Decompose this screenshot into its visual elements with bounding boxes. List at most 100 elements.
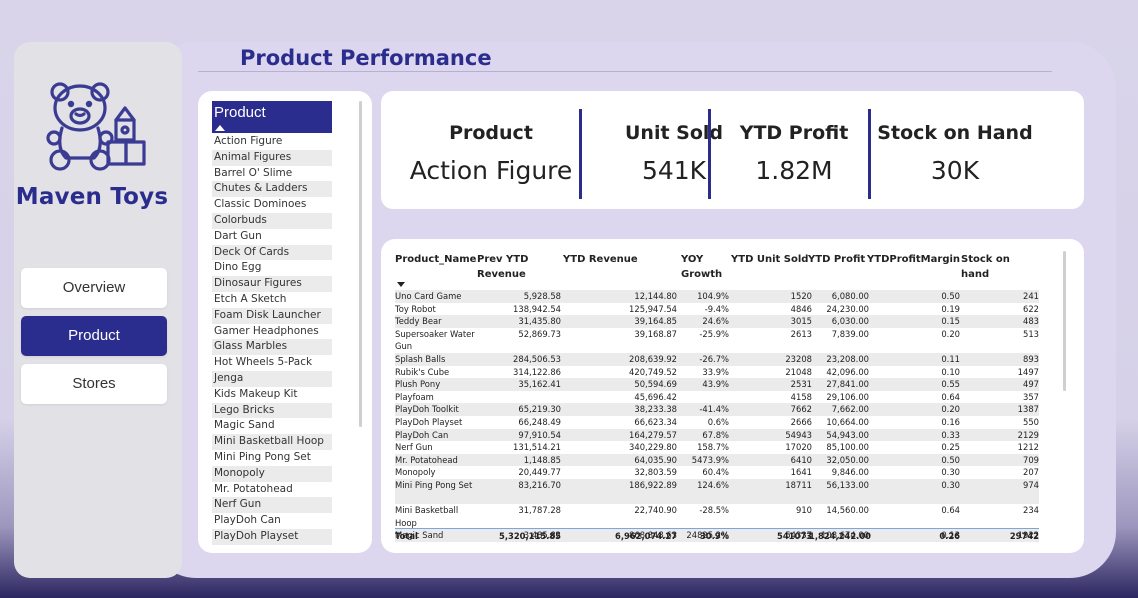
nav-stores-button[interactable]: Stores xyxy=(21,364,167,404)
slicer-item[interactable]: Kids Makeup Kit xyxy=(212,387,332,403)
table-cell: Toy Robot xyxy=(395,303,436,314)
slicer-scrollbar[interactable] xyxy=(359,101,362,427)
table-row[interactable]: Rubik's Cube 314,122.86 420,749.52 33.9% 210… xyxy=(395,366,1039,379)
table-row[interactable]: PlayDoh Can 97,910.54 164,279.57 67.8% 54943… xyxy=(395,428,1039,442)
slicer-item[interactable]: Action Figure xyxy=(212,134,332,150)
slicer-item[interactable]: Mini Ping Pong Set xyxy=(212,450,332,466)
table-row[interactable]: Nerf Gun 131,514.21 340,229.80 158.7% 17020 8… xyxy=(395,441,1039,454)
sort-down-icon[interactable] xyxy=(397,282,405,287)
table-cell: 32,050.00 xyxy=(826,454,869,465)
slicer-item[interactable]: Glass Marbles xyxy=(212,339,332,356)
table-cell: 54,943.00 xyxy=(826,429,869,440)
table-row[interactable]: Uno Card Game 5,928.58 12,144.80 104.9% 1520… xyxy=(395,290,1039,303)
column-header[interactable]: YTD Revenue xyxy=(563,252,673,267)
table-cell: 2666 xyxy=(790,416,812,427)
table-cell: 124.6% xyxy=(697,479,729,490)
slicer-item[interactable]: Magic Sand xyxy=(212,418,332,434)
table-cell: 32,803.59 xyxy=(634,467,677,478)
title-divider xyxy=(198,71,1052,72)
slicer-item[interactable]: Foam Disk Launcher xyxy=(212,307,332,324)
slicer-item[interactable]: Monopoly xyxy=(212,465,332,482)
column-header[interactable]: Prev YTD Revenue xyxy=(477,252,557,282)
table-cell: 35,162.41 xyxy=(518,379,561,390)
table-cell: Nerf Gun xyxy=(395,442,433,453)
column-header[interactable]: YTDProfitMargin xyxy=(867,252,963,267)
slicer-item[interactable]: Mini Basketball Hoop xyxy=(212,434,332,450)
kpi-unit-sold-label: Unit Sold xyxy=(624,122,723,144)
table-row[interactable]: Toy Robot 138,942.54 125,947.54 -9.4% 4846 24… xyxy=(395,303,1039,316)
kpi-divider xyxy=(868,109,871,199)
slicer-item[interactable]: Colorbuds xyxy=(212,212,332,229)
table-cell: Supersoaker Water Gun xyxy=(395,328,475,352)
slicer-item[interactable]: Barrel O' Slime xyxy=(212,166,332,182)
table-row[interactable]: Playfoam 45,696.42 4158 29,106.00 0.64 357 xyxy=(395,391,1039,404)
table-cell: 1387 xyxy=(1017,404,1039,415)
slicer-item[interactable]: Dinosaur Figures xyxy=(212,276,332,292)
slicer-header[interactable]: Product xyxy=(212,101,332,133)
table-cell: 0.16 xyxy=(941,416,960,427)
slicer-item[interactable]: PlayDoh Can xyxy=(212,513,332,529)
slicer-item[interactable]: Chutes & Ladders xyxy=(212,181,332,198)
table-row[interactable]: Mini Ping Pong Set 83,216.70 186,922.89 124… xyxy=(395,478,1039,505)
table-row[interactable]: Plush Pony 35,162.41 50,594.69 43.9% 2531 27,… xyxy=(395,378,1039,391)
slicer-item[interactable]: Gamer Headphones xyxy=(212,324,332,340)
table-cell: 42,096.00 xyxy=(826,366,869,377)
kpi-ytd-profit-label: YTD Profit xyxy=(739,122,849,144)
table-row[interactable]: Mr. Potatohead 1,148.85 64,035.90 5473.9% 64… xyxy=(395,453,1039,467)
slicer-item[interactable]: Jenga xyxy=(212,370,332,387)
slicer-item[interactable]: Dino Egg xyxy=(212,260,332,276)
table-cell: 38,233.38 xyxy=(634,404,677,415)
slicer-item[interactable]: Etch A Sketch xyxy=(212,292,332,308)
table-cell: 14,560.00 xyxy=(826,505,869,516)
slicer-item[interactable]: Mr. Potatohead xyxy=(212,482,332,498)
table-cell: -28.5% xyxy=(699,505,729,516)
table-cell: Splash Balls xyxy=(395,353,446,364)
table-row[interactable]: Splash Balls 284,506.53 208,639.92 -26.7% 23… xyxy=(395,352,1039,366)
column-header[interactable]: Stock on hand xyxy=(961,252,1041,282)
column-header[interactable]: YTD Unit Sold xyxy=(731,252,811,267)
table-cell: 10,664.00 xyxy=(826,416,869,427)
column-header[interactable]: YOY Growth xyxy=(681,252,731,282)
table-cell: 29,106.00 xyxy=(826,391,869,402)
table-cell: 3015 xyxy=(790,316,812,327)
table-cell: 207 xyxy=(1023,467,1039,478)
slicer-item[interactable]: Lego Bricks xyxy=(212,402,332,419)
slicer-item[interactable]: Animal Figures xyxy=(212,149,332,166)
column-header[interactable]: YTD Profit xyxy=(808,252,868,267)
table-cell: 65,219.30 xyxy=(518,404,561,415)
kpi-product-label: Product xyxy=(449,122,533,144)
table-cell: 27,841.00 xyxy=(826,379,869,390)
column-header[interactable]: Product_Name xyxy=(395,252,477,267)
brand-name: Maven Toys xyxy=(15,184,169,210)
slicer-list: Action Figure Animal Figures Barrel O' Sli… xyxy=(212,134,332,545)
table-row[interactable]: PlayDoh Toolkit 65,219.30 38,233.38 -41.4% 7… xyxy=(395,403,1039,416)
table-cell: 39,168.87 xyxy=(634,328,677,339)
table-row[interactable]: Mini Basketball Hoop 31,787.28 22,740.90 -2… xyxy=(395,504,1039,529)
table-scrollbar[interactable] xyxy=(1063,251,1066,391)
table-cell: 50,594.69 xyxy=(634,379,677,390)
table-row[interactable]: Supersoaker Water Gun 52,869.73 39,168.87 -… xyxy=(395,328,1039,353)
table-row[interactable]: Monopoly 20,449.77 32,803.59 60.4% 1641 9,846… xyxy=(395,466,1039,479)
table-cell: 0.15 xyxy=(941,316,960,327)
table-cell: Uno Card Game xyxy=(395,291,462,301)
slicer-item[interactable]: Nerf Gun xyxy=(212,497,332,514)
table-cell: 138,942.54 xyxy=(513,303,561,314)
total-cell: 30.9% xyxy=(699,531,729,541)
slicer-item[interactable]: Dart Gun xyxy=(212,229,332,245)
table-cell: -26.7% xyxy=(699,353,729,364)
nav-overview-button[interactable]: Overview xyxy=(21,268,167,308)
table-cell: 0.30 xyxy=(941,479,960,490)
slicer-item[interactable]: Classic Dominoes xyxy=(212,197,332,213)
table-cell: 22,740.90 xyxy=(634,505,677,516)
table-row[interactable]: Teddy Bear 31,435.80 39,164.85 24.6% 3015 6,0… xyxy=(395,315,1039,328)
table-cell: 164,279.57 xyxy=(629,429,677,440)
slicer-item[interactable]: Hot Wheels 5-Pack xyxy=(212,355,332,371)
slicer-item[interactable]: Deck Of Cards xyxy=(212,244,332,261)
table-cell: 550 xyxy=(1023,416,1039,427)
sort-up-icon[interactable] xyxy=(215,125,225,131)
slicer-item[interactable]: PlayDoh Playset xyxy=(212,528,332,545)
table-row[interactable]: PlayDoh Playset 66,248.49 66,623.34 0.6% 266… xyxy=(395,416,1039,429)
table-cell: 513 xyxy=(1023,328,1039,339)
nav-product-button[interactable]: Product xyxy=(21,316,167,356)
table-cell: 420,749.52 xyxy=(629,366,677,377)
